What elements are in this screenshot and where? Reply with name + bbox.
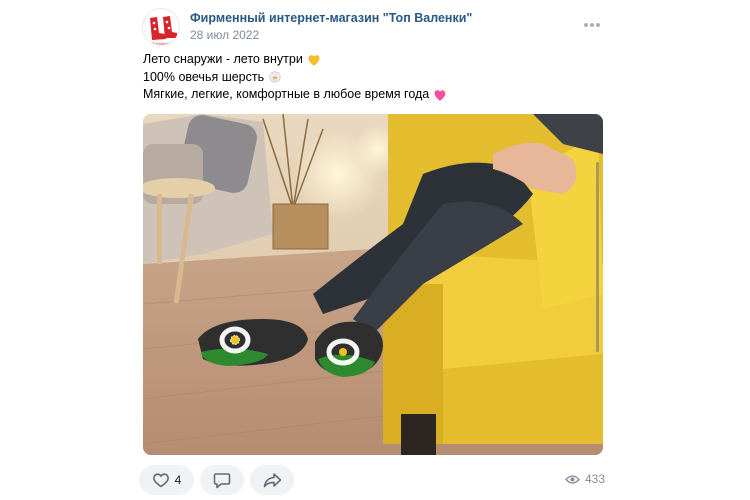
post-author-link[interactable]: Фирменный интернет-магазин "Топ Валенки" (190, 11, 472, 25)
comment-button[interactable] (200, 465, 244, 495)
share-button[interactable] (250, 465, 294, 495)
sheep-icon (269, 71, 281, 83)
post-text-line-1: Лето снаружи - лето внутри (143, 52, 303, 66)
photo-scrollbar[interactable] (596, 162, 599, 352)
post-text-line: Мягкие, легкие, комфортные в любое время… (143, 86, 447, 104)
more-options-icon[interactable] (581, 16, 603, 34)
yellow-heart-icon (308, 55, 320, 66)
post-text-line-3: Мягкие, легкие, комфортные в любое время… (143, 87, 430, 101)
community-avatar[interactable]: TopValenki (142, 8, 180, 46)
post-date[interactable]: 28 июл 2022 (190, 28, 259, 42)
post-text-line: 100% овечья шерсть (143, 69, 447, 87)
like-button[interactable]: 4 (139, 465, 194, 495)
eye-icon (565, 474, 580, 484)
share-arrow-icon (263, 473, 281, 488)
post-text-line: Лето снаружи - лето внутри (143, 51, 447, 69)
comment-icon (213, 472, 231, 488)
topvalenki-logo-icon: TopValenki (150, 16, 177, 46)
post-photo[interactable] (143, 114, 603, 455)
post-text-line-2: 100% овечья шерсть (143, 69, 265, 84)
like-count: 4 (174, 473, 182, 487)
sparkling-heart-icon (433, 89, 447, 101)
photo-felt-slippers-icon (143, 114, 603, 455)
avatar-caption: TopValenki (152, 41, 171, 46)
post-text: Лето снаружи - лето внутри 100% овечья ш… (143, 51, 447, 104)
views-counter: 433 (565, 472, 605, 486)
wall-post: TopValenki Фирменный интернет-магазин "Т… (0, 0, 750, 500)
views-count: 433 (585, 472, 606, 486)
heart-outline-icon (152, 473, 169, 488)
